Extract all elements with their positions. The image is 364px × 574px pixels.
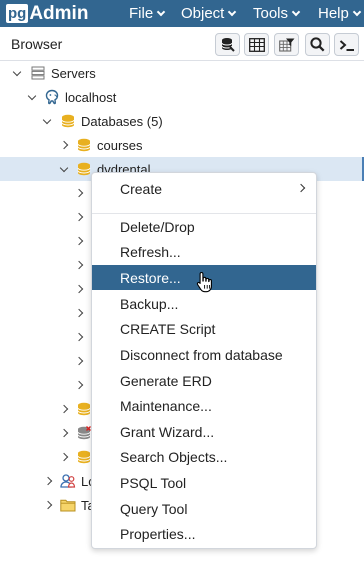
chevron-down-icon [352,7,362,16]
context-menu: Create Delete/Drop Refresh... Restore...… [91,172,317,549]
menu-item-label: Disconnect from database [120,346,283,363]
chevron-right-icon[interactable] [43,499,55,511]
hand-cursor-icon [196,271,212,293]
menu-item-create-script[interactable]: CREATE Script [92,316,316,341]
database-icon [76,449,92,465]
terminal-icon [339,39,354,51]
menu-item-label: Backup... [120,295,179,312]
menu-item-label: PSQL Tool [120,474,187,491]
menu-item-label: Grant Wizard... [120,423,215,440]
tree-node-db-courses[interactable]: courses [0,133,364,157]
database-icon [76,137,92,153]
view-data-button[interactable] [244,33,269,56]
chevron-right-icon[interactable] [74,379,86,391]
filtered-rows-icon [278,38,294,52]
menu-item-generate-erd[interactable]: Generate ERD [92,368,316,393]
tree-label-servers: Servers [51,65,96,81]
menu-item-query-tool[interactable]: Query Tool [92,496,316,521]
tools-menu-label: Tools [253,5,289,22]
chevron-right-icon[interactable] [59,139,71,151]
chevron-down-icon[interactable] [41,115,53,127]
menu-item-backup[interactable]: Backup... [92,291,316,316]
menu-item-label: Create [120,180,163,197]
tree-node-server[interactable]: localhost [0,85,364,109]
chevron-right-icon[interactable] [74,283,86,295]
chevron-right-icon[interactable] [74,235,86,247]
browser-panel-header: Browser [0,27,364,61]
menu-item-search-objects[interactable]: Search Objects... [92,444,316,469]
top-navbar: pg Admin File Object Tools Help [0,0,364,27]
login-roles-icon [60,473,76,489]
menu-item-label: Properties... [120,525,196,542]
tree-label-server: localhost [65,89,117,105]
file-menu[interactable]: File [129,0,166,27]
chevron-down-icon[interactable] [58,163,70,175]
search-objects-button[interactable] [305,33,330,56]
chevron-right-icon[interactable] [74,187,86,199]
view-data-icon [248,37,265,52]
menu-item-grant-wizard[interactable]: Grant Wizard... [92,419,316,444]
help-menu[interactable]: Help [318,0,362,27]
chevron-down-icon [228,7,237,16]
logo-admin: Admin [29,3,89,24]
tree-node-servers[interactable]: Servers [0,61,364,85]
object-menu-label: Object [181,5,225,22]
chevron-down-icon [291,7,301,16]
search-icon [310,37,325,52]
menu-item-properties[interactable]: Properties... [92,521,316,546]
tree-label-databases: Databases (5) [81,113,163,129]
chevron-right-icon[interactable] [74,211,86,223]
tree-label-db-courses: courses [97,137,143,153]
filtered-rows-button[interactable] [274,33,299,56]
menu-item-label: Query Tool [120,500,188,517]
menu-item-label: Search Objects... [120,448,228,465]
menu-item-label: Restore... [120,269,181,286]
databases-icon [60,113,76,129]
database-icon [76,161,92,177]
chevron-down-icon[interactable] [26,91,38,103]
menu-item-delete[interactable]: Delete/Drop [92,214,316,239]
chevron-right-icon [296,183,306,193]
database-icon [76,401,92,417]
menu-item-label: CREATE Script [120,320,216,337]
chevron-right-icon[interactable] [74,355,86,367]
menu-item-create[interactable]: Create [92,176,316,201]
chevron-right-icon[interactable] [74,307,86,319]
help-menu-label: Help [318,5,349,22]
psql-tool-button[interactable] [334,33,359,56]
chevron-down-icon[interactable] [11,67,23,79]
chevron-right-icon[interactable] [59,427,71,439]
logo-pg: pg [6,4,29,23]
tablespaces-folder-icon [60,497,76,513]
query-tool-icon [221,38,235,52]
menu-item-refresh[interactable]: Refresh... [92,239,316,264]
menu-item-label: Generate ERD [120,372,212,389]
menu-item-disconnect[interactable]: Disconnect from database [92,342,316,367]
panel-title: Browser [11,36,63,52]
chevron-right-icon[interactable] [59,451,71,463]
chevron-right-icon[interactable] [74,259,86,271]
postgres-elephant-icon [44,89,60,105]
chevron-down-icon [156,7,166,16]
server-group-icon [30,65,46,81]
menu-item-label: Delete/Drop [120,218,195,235]
object-menu[interactable]: Object [181,0,237,27]
chevron-right-icon[interactable] [59,403,71,415]
database-disconnected-icon [76,425,92,441]
file-menu-label: File [129,5,154,22]
tree-node-databases[interactable]: Databases (5) [0,109,364,133]
menu-item-label: Maintenance... [120,397,212,414]
chevron-right-icon[interactable] [43,475,55,487]
menu-item-psql-tool[interactable]: PSQL Tool [92,470,316,495]
menu-item-maintenance[interactable]: Maintenance... [92,393,316,418]
query-tool-button[interactable] [215,33,240,56]
tools-menu[interactable]: Tools [253,0,301,27]
chevron-right-icon[interactable] [74,331,86,343]
pgadmin-logo[interactable]: pg Admin [6,3,88,24]
menu-item-label: Refresh... [120,243,181,260]
